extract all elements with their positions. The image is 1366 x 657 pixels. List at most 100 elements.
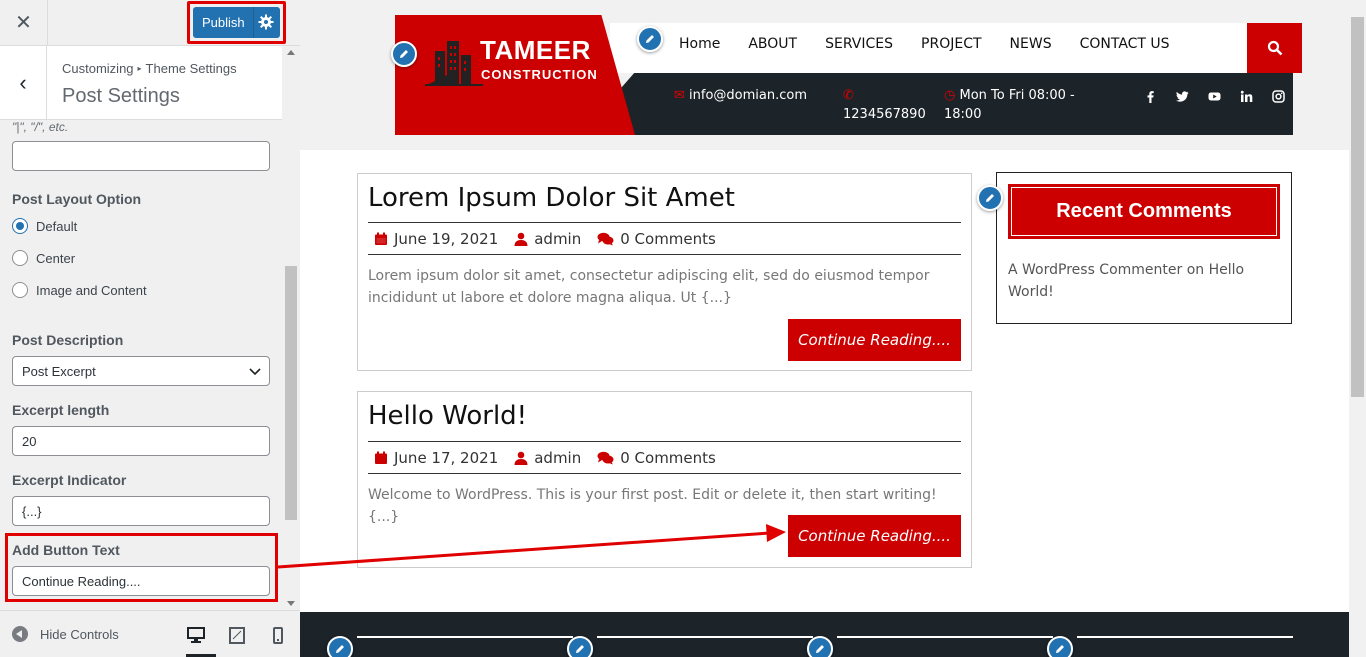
radio-label: Image and Content xyxy=(36,282,147,298)
comments-icon xyxy=(597,451,614,465)
post-author-text: admin xyxy=(534,230,582,248)
nav-item-home[interactable]: Home xyxy=(679,36,720,52)
customizer-panel: ✕ Publish ‹ Customizing ▸ Theme Settings P… xyxy=(0,0,300,657)
radio-selected-icon[interactable] xyxy=(12,218,28,234)
logo-title[interactable]: TAMEER xyxy=(480,35,591,66)
building-logo-icon xyxy=(425,41,483,86)
youtube-link[interactable] xyxy=(1198,90,1230,106)
comments-icon xyxy=(597,232,614,246)
scrollbar-thumb[interactable] xyxy=(285,266,297,520)
excerpt-indicator-input[interactable]: {...} xyxy=(12,496,270,526)
nav-item-contact[interactable]: CONTACT US xyxy=(1080,36,1170,52)
tablet-icon[interactable] xyxy=(227,625,247,645)
button-text-input[interactable]: Continue Reading.... xyxy=(12,566,270,596)
user-icon xyxy=(514,232,528,246)
logo-subtitle[interactable]: CONSTRUCTION xyxy=(481,67,598,82)
site-preview: TAMEER CONSTRUCTION Home ABOUT SERVICES … xyxy=(300,0,1349,657)
twitter-icon xyxy=(1175,91,1188,102)
facebook-icon xyxy=(1147,91,1154,103)
instagram-link[interactable] xyxy=(1262,90,1294,106)
preview-scrollbar-thumb[interactable] xyxy=(1351,17,1364,397)
back-button[interactable]: ‹ xyxy=(0,46,47,119)
instagram-icon xyxy=(1271,90,1285,103)
main-navigation: Home ABOUT SERVICES PROJECT NEWS CONTACT… xyxy=(679,36,1198,52)
user-icon xyxy=(514,451,528,465)
phone-text: 1234567890 xyxy=(843,107,926,122)
facebook-link[interactable] xyxy=(1134,90,1166,106)
post-excerpt: Lorem ipsum dolor sit amet, consectetur … xyxy=(368,268,930,306)
excerpt-length-input[interactable]: 20 xyxy=(12,426,270,456)
breadcrumb-root: Customizing xyxy=(62,61,134,76)
post-author[interactable]: admin xyxy=(514,230,581,248)
hide-controls-button[interactable]: Hide Controls xyxy=(12,626,119,642)
edit-pencil-icon[interactable] xyxy=(567,636,593,657)
post-meta: June 19, 2021 admin 0 Comments xyxy=(374,230,732,248)
edit-pencil-icon[interactable] xyxy=(637,26,663,52)
post-description-label: Post Description xyxy=(12,332,124,348)
breadcrumb-arrow-icon: ▸ xyxy=(137,64,142,73)
recent-comments-widget: Recent Comments A WordPress Commenter on… xyxy=(996,172,1292,324)
nav-item-services[interactable]: SERVICES xyxy=(825,36,893,52)
customizer-footer: Hide Controls xyxy=(0,610,300,657)
post-comments-text: 0 Comments xyxy=(620,230,716,248)
mobile-icon[interactable] xyxy=(268,625,288,645)
post-title[interactable]: Hello World! xyxy=(368,401,527,431)
linkedin-link[interactable] xyxy=(1230,90,1262,106)
calendar-icon xyxy=(375,232,387,245)
layout-radio-center[interactable]: Center xyxy=(12,250,75,266)
layout-radio-default[interactable]: Default xyxy=(12,218,77,234)
layout-radio-image-content[interactable]: Image and Content xyxy=(12,282,147,298)
publish-label: Publish xyxy=(202,15,245,30)
radio-icon[interactable] xyxy=(12,250,28,266)
nav-item-news[interactable]: NEWS xyxy=(1010,36,1052,52)
phone-icon: ✆ xyxy=(843,88,854,103)
post-author[interactable]: admin xyxy=(514,449,581,467)
section-header: ‹ Customizing ▸ Theme Settings Post Settin… xyxy=(0,46,282,120)
footer-divider xyxy=(357,636,573,638)
scroll-down-icon[interactable] xyxy=(287,601,295,606)
search-button[interactable] xyxy=(1247,23,1302,73)
scroll-up-icon[interactable] xyxy=(287,50,295,55)
continue-reading-button[interactable]: Continue Reading.... xyxy=(788,515,961,557)
edit-pencil-icon[interactable] xyxy=(1047,636,1073,657)
separator-input[interactable] xyxy=(12,141,270,171)
post-description-select[interactable]: Post Excerpt xyxy=(12,356,270,386)
edit-pencil-icon[interactable] xyxy=(807,636,833,657)
continue-reading-button[interactable]: Continue Reading.... xyxy=(788,319,961,361)
radio-icon[interactable] xyxy=(12,282,28,298)
publish-button[interactable]: Publish xyxy=(193,7,280,38)
contact-phone[interactable]: ✆ 1234567890 xyxy=(843,86,926,124)
post-date[interactable]: June 17, 2021 xyxy=(374,449,498,467)
commenter-link[interactable]: A WordPress Commenter xyxy=(1008,262,1182,278)
on-text: on xyxy=(1186,262,1205,278)
panel-scrollbar[interactable] xyxy=(282,46,300,610)
post-title[interactable]: Lorem Ipsum Dolor Sit Amet xyxy=(368,183,735,213)
preview-scrollbar[interactable] xyxy=(1349,0,1366,657)
post-divider xyxy=(368,254,961,255)
post-meta: June 17, 2021 admin 0 Comments xyxy=(374,449,732,467)
close-customizer-button[interactable]: ✕ xyxy=(0,0,48,45)
edit-pencil-icon[interactable] xyxy=(391,41,417,67)
desktop-icon[interactable] xyxy=(186,625,206,645)
post-comments[interactable]: 0 Comments xyxy=(597,230,716,248)
post-card: Hello World! June 17, 2021 admin 0 Comme… xyxy=(357,391,972,568)
post-divider xyxy=(368,473,961,474)
nav-item-about[interactable]: ABOUT xyxy=(748,36,797,52)
chevron-left-icon: ‹ xyxy=(19,69,27,95)
hours-text: Mon To Fri 08:00 - xyxy=(959,88,1075,103)
widget-title: Recent Comments xyxy=(1008,184,1280,239)
clock-icon: ◷ xyxy=(944,88,956,103)
contact-email[interactable]: ✉ info@domian.com xyxy=(674,86,807,105)
edit-pencil-icon[interactable] xyxy=(327,636,353,657)
envelope-icon: ✉ xyxy=(674,88,685,103)
close-icon: ✕ xyxy=(15,12,32,34)
post-comments[interactable]: 0 Comments xyxy=(597,449,716,467)
gear-icon[interactable] xyxy=(258,14,274,30)
linkedin-icon xyxy=(1240,90,1252,102)
post-date[interactable]: June 19, 2021 xyxy=(374,230,498,248)
twitter-link[interactable] xyxy=(1166,90,1198,106)
edit-pencil-icon[interactable] xyxy=(977,185,1003,211)
radio-label: Default xyxy=(36,218,78,234)
hide-controls-label: Hide Controls xyxy=(40,626,119,642)
nav-item-project[interactable]: PROJECT xyxy=(921,36,982,52)
